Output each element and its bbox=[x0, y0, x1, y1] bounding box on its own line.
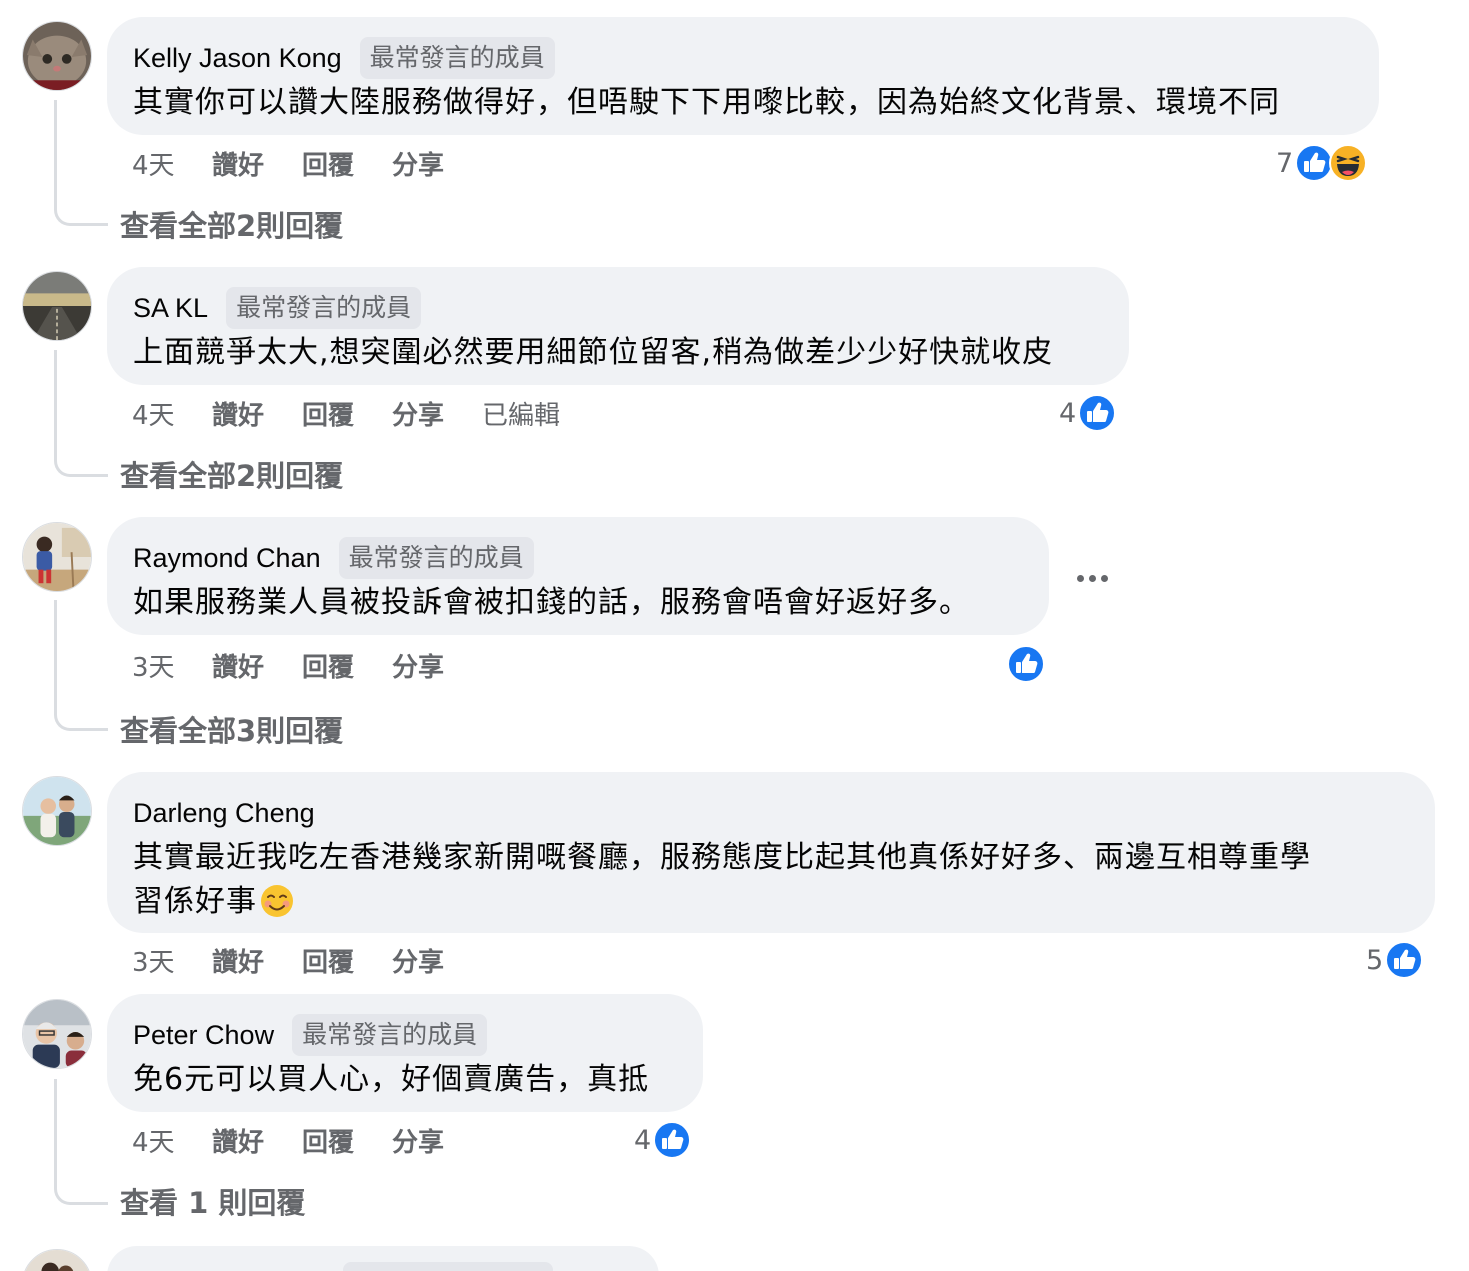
top-contributor-badge-partial bbox=[343, 1262, 553, 1271]
reaction-summary[interactable]: 7 bbox=[1276, 143, 1368, 183]
comment-text: 上面競爭太大,想突圍必然要用細節位留客,稍為做差少少好快就收皮 bbox=[133, 335, 1054, 370]
edited-label[interactable]: 已編輯 bbox=[482, 395, 560, 432]
more-options-button[interactable] bbox=[1070, 563, 1114, 593]
like-button[interactable]: 讚好 bbox=[212, 942, 264, 979]
dot-icon bbox=[1076, 574, 1084, 582]
reply-button[interactable]: 回覆 bbox=[302, 1122, 354, 1159]
comment-actions: 3天 讚好 回覆 分享 bbox=[132, 940, 482, 980]
view-replies-link[interactable]: 查看 1 則回覆 bbox=[120, 1180, 305, 1222]
reaction-count: 4 bbox=[1059, 397, 1077, 429]
road-avatar-image bbox=[23, 272, 91, 340]
comment-text-line: 其實最近我吃左香港幾家新開嘅餐廳，服務態度比起其他真係好好多、兩邊互相尊重學 bbox=[133, 840, 1311, 875]
avatar[interactable] bbox=[22, 522, 92, 592]
comment-actions: 4天 讚好 回覆 分享 bbox=[132, 1120, 482, 1160]
comment-text-line: 習係好事 bbox=[133, 884, 257, 919]
reaction-count: 5 bbox=[1366, 944, 1384, 976]
avatar[interactable] bbox=[22, 271, 92, 341]
like-icon bbox=[1007, 645, 1045, 683]
comment-bubble: Raymond Chan 最常發言的成員 如果服務業人員被投訴會被扣錢的話，服務… bbox=[107, 517, 1049, 635]
view-replies-link[interactable]: 查看全部3則回覆 bbox=[120, 708, 343, 750]
avatar[interactable] bbox=[22, 1249, 92, 1271]
child-avatar-image bbox=[23, 523, 91, 591]
comment-author[interactable]: Peter Chow bbox=[133, 1020, 274, 1051]
share-button[interactable]: 分享 bbox=[392, 395, 444, 432]
reaction-summary[interactable]: 5 bbox=[1366, 940, 1424, 980]
view-replies-link[interactable]: 查看全部2則回覆 bbox=[120, 453, 343, 495]
comment-text: 其實最近我吃左香港幾家新開嘅餐廳，服務態度比起其他真係好好多、兩邊互相尊重學 習… bbox=[133, 836, 1409, 924]
comment-actions: 4天 讚好 回覆 分享 已編輯 bbox=[132, 393, 560, 433]
top-contributor-badge: 最常發言的成員 bbox=[292, 1014, 488, 1056]
comment-author[interactable]: SA KL bbox=[133, 293, 208, 324]
top-contributor-badge: 最常發言的成員 bbox=[226, 287, 422, 329]
thread-line bbox=[54, 1079, 108, 1205]
reaction-summary[interactable]: 4 bbox=[634, 1120, 692, 1160]
avatar[interactable] bbox=[22, 21, 92, 91]
top-contributor-badge: 最常發言的成員 bbox=[359, 37, 555, 79]
comment-timestamp[interactable]: 4天 bbox=[132, 1122, 212, 1159]
share-button[interactable]: 分享 bbox=[392, 942, 444, 979]
reaction-summary[interactable] bbox=[1005, 644, 1045, 684]
dot-icon bbox=[1088, 574, 1096, 582]
like-button[interactable]: 讚好 bbox=[212, 395, 264, 432]
comment-text: 如果服務業人員被投訴會被扣錢的話，服務會唔會好返好多。 bbox=[133, 585, 970, 620]
thread-line bbox=[54, 600, 108, 731]
comment-actions: 4天 讚好 回覆 分享 bbox=[132, 143, 482, 183]
like-icon bbox=[653, 1121, 692, 1159]
reply-button[interactable]: 回覆 bbox=[302, 942, 354, 979]
reply-button[interactable]: 回覆 bbox=[302, 647, 354, 684]
comment-author[interactable]: Darleng Cheng bbox=[133, 798, 315, 829]
reaction-summary[interactable]: 4 bbox=[1059, 393, 1117, 433]
comment-timestamp[interactable]: 4天 bbox=[132, 395, 212, 432]
comment-author[interactable]: Kelly Jason Kong bbox=[133, 43, 342, 74]
cat-avatar-image bbox=[23, 22, 91, 90]
reaction-count: 7 bbox=[1276, 147, 1294, 179]
haha-icon bbox=[1329, 144, 1368, 182]
peter-avatar-image bbox=[23, 1000, 91, 1068]
dot-icon bbox=[1100, 574, 1108, 582]
partial-avatar-image bbox=[23, 1250, 91, 1271]
smiling-face-emoji-icon bbox=[261, 885, 293, 917]
comment-text: 免6元可以買人心，好個賣廣告，真抵 bbox=[133, 1062, 650, 1097]
comment-bubble: Darleng Cheng 其實最近我吃左香港幾家新開嘅餐廳，服務態度比起其他真… bbox=[107, 772, 1435, 933]
comment-timestamp[interactable]: 3天 bbox=[132, 647, 212, 684]
comment-text: 其實你可以讚大陸服務做得好，但唔駛下下用嚟比較，因為始終文化背景、環境不同 bbox=[133, 85, 1280, 120]
like-icon bbox=[1078, 394, 1117, 432]
reaction-count: 4 bbox=[634, 1124, 652, 1156]
comment-bubble: Kelly Jason Kong 最常發言的成員 其實你可以讚大陸服務做得好，但… bbox=[107, 17, 1379, 135]
thread-line bbox=[54, 350, 108, 477]
reply-button[interactable]: 回覆 bbox=[302, 145, 354, 182]
like-button[interactable]: 讚好 bbox=[212, 1122, 264, 1159]
view-replies-link[interactable]: 查看全部2則回覆 bbox=[120, 203, 343, 245]
couple-avatar-image bbox=[23, 777, 91, 845]
avatar[interactable] bbox=[22, 999, 92, 1069]
like-button[interactable]: 讚好 bbox=[212, 647, 264, 684]
like-button[interactable]: 讚好 bbox=[212, 145, 264, 182]
comment-actions: 3天 讚好 回覆 分享 bbox=[132, 645, 482, 685]
comments-section: Kelly Jason Kong 最常發言的成員 其實你可以讚大陸服務做得好，但… bbox=[0, 0, 1469, 1271]
comment-timestamp[interactable]: 3天 bbox=[132, 942, 212, 979]
like-icon bbox=[1385, 941, 1424, 979]
reply-button[interactable]: 回覆 bbox=[302, 395, 354, 432]
thread-line bbox=[54, 100, 108, 226]
comment-author[interactable]: Raymond Chan bbox=[133, 543, 321, 574]
share-button[interactable]: 分享 bbox=[392, 647, 444, 684]
avatar[interactable] bbox=[22, 776, 92, 846]
comment-bubble: SA KL 最常發言的成員 上面競爭太大,想突圍必然要用細節位留客,稍為做差少少… bbox=[107, 267, 1129, 385]
comment-timestamp[interactable]: 4天 bbox=[132, 145, 212, 182]
share-button[interactable]: 分享 bbox=[392, 145, 444, 182]
comment-bubble: Peter Chow 最常發言的成員 免6元可以買人心，好個賣廣告，真抵 bbox=[107, 994, 703, 1112]
like-icon bbox=[1295, 144, 1334, 182]
top-contributor-badge: 最常發言的成員 bbox=[338, 537, 534, 579]
share-button[interactable]: 分享 bbox=[392, 1122, 444, 1159]
